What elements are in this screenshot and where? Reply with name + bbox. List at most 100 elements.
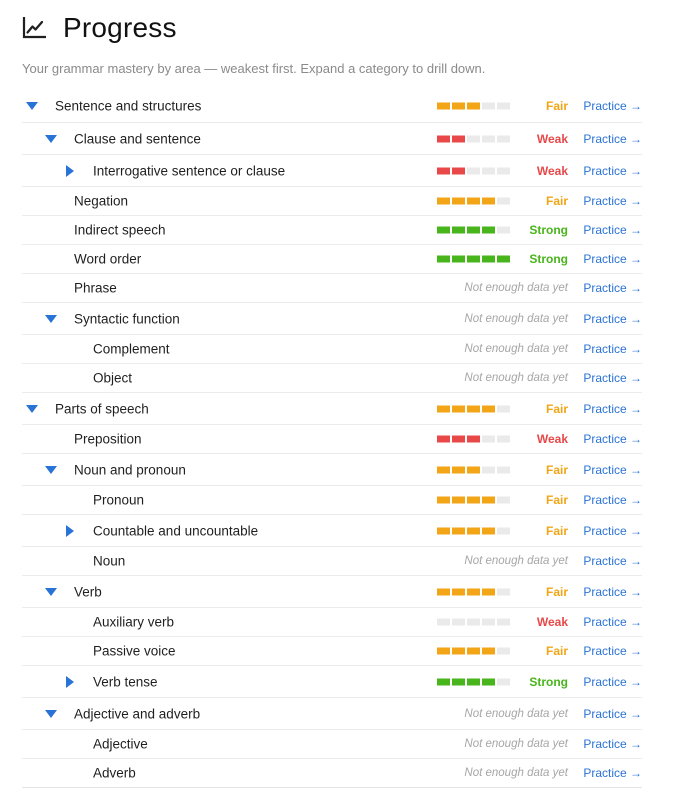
page-subtitle: Your grammar mastery by area — weakest f…	[22, 61, 486, 76]
practice-link[interactable]: Practice →	[583, 524, 642, 538]
mastery-segment	[467, 405, 480, 412]
mastery-segment	[482, 167, 495, 174]
practice-link[interactable]: Practice →	[583, 194, 642, 208]
practice-link[interactable]: Practice →	[583, 585, 642, 599]
mastery-segment	[482, 527, 495, 534]
practice-link[interactable]: Practice →	[583, 281, 642, 295]
caret-right-icon[interactable]	[66, 164, 74, 177]
status-label: Fair	[545, 462, 568, 477]
practice-link[interactable]: Practice →	[583, 463, 642, 477]
mastery-segment	[452, 647, 465, 655]
practice-link[interactable]: Practice →	[583, 371, 642, 385]
mastery-segment	[482, 197, 495, 205]
mastery-segment	[497, 678, 510, 685]
status-label: Strong	[529, 223, 568, 237]
practice-link[interactable]: Practice →	[583, 766, 642, 780]
practice-link[interactable]: Practice →	[583, 223, 642, 237]
mastery-segment	[437, 466, 450, 473]
practice-link[interactable]: Practice →	[583, 164, 642, 178]
row-label: Interrogative sentence or clause	[93, 163, 286, 178]
practice-link[interactable]: Practice →	[583, 132, 642, 146]
row-noun-and-pronoun[interactable]: Noun and pronoun Fair Practice →	[22, 454, 642, 486]
practice-link[interactable]: Practice →	[583, 554, 642, 568]
mastery-segment	[497, 226, 510, 234]
row-label: Indirect speech	[74, 222, 166, 238]
mastery-bar	[437, 405, 510, 412]
mastery-segment	[452, 527, 465, 534]
row-verb-tense[interactable]: Verb tense Strong Practice →	[22, 666, 642, 698]
mastery-segment	[437, 435, 450, 443]
mastery-bar	[437, 466, 510, 473]
practice-link[interactable]: Practice →	[583, 644, 642, 658]
mastery-bar	[437, 618, 510, 626]
row-interrogative-sentence-or-clause[interactable]: Interrogative sentence or clause Weak Prac…	[22, 155, 642, 187]
row-clause-and-sentence[interactable]: Clause and sentence Weak Practice →	[22, 123, 642, 155]
row-label: Passive voice	[93, 643, 176, 659]
row-label: Preposition	[74, 431, 142, 447]
status-label: Not enough data yet	[464, 767, 568, 779]
caret-down-icon[interactable]	[45, 465, 57, 474]
mastery-segment	[497, 647, 510, 655]
caret-down-icon[interactable]	[26, 404, 38, 413]
status-label: Not enough data yet	[464, 343, 568, 355]
row-label: Adverb	[93, 765, 136, 781]
caret-down-icon[interactable]	[45, 134, 57, 143]
mastery-segment	[482, 435, 495, 443]
row-label: Phrase	[74, 280, 117, 296]
practice-link[interactable]: Practice →	[583, 615, 642, 629]
caret-down-icon[interactable]	[45, 314, 57, 323]
row-countable-and-uncountable[interactable]: Countable and uncountable Fair Practice →	[22, 515, 642, 547]
row-sentence-and-structures[interactable]: Sentence and structures Fair Practice →	[22, 89, 642, 123]
practice-link[interactable]: Practice →	[583, 252, 642, 266]
row-label: Adjective and adverb	[74, 706, 201, 721]
caret-down-icon[interactable]	[45, 709, 57, 718]
mastery-segment	[437, 527, 450, 534]
mastery-segment	[467, 197, 480, 205]
status-label: Weak	[536, 163, 568, 178]
status-label: Not enough data yet	[464, 707, 568, 720]
row-adjective-and-adverb[interactable]: Adjective and adverb Not enough data yet P…	[22, 698, 642, 730]
practice-link[interactable]: Practice →	[583, 675, 642, 689]
mastery-segment	[452, 167, 465, 174]
mastery-segment	[452, 496, 465, 504]
mastery-segment	[497, 496, 510, 504]
mastery-segment	[482, 618, 495, 626]
practice-link[interactable]: Practice →	[583, 432, 642, 446]
mastery-segment	[437, 135, 450, 142]
mastery-segment	[437, 588, 450, 595]
mastery-list: Sentence and structures Fair Practice → Cla…	[22, 89, 642, 788]
row-passive-voice: Passive voice Fair Practice →	[22, 637, 642, 666]
row-auxiliary-verb: Auxiliary verb Weak Practice →	[22, 608, 642, 637]
mastery-bar	[437, 255, 510, 263]
caret-right-icon[interactable]	[66, 675, 74, 688]
mastery-segment	[437, 496, 450, 504]
practice-link[interactable]: Practice →	[583, 342, 642, 356]
mastery-segment	[482, 226, 495, 234]
practice-link[interactable]: Practice →	[583, 493, 642, 507]
row-pronoun: Pronoun Fair Practice →	[22, 486, 642, 515]
row-adverb: Adverb Not enough data yet Practice →	[22, 759, 642, 788]
row-complement: Complement Not enough data yet Practice →	[22, 335, 642, 364]
practice-link[interactable]: Practice →	[583, 402, 642, 416]
caret-down-icon[interactable]	[26, 101, 38, 110]
row-label: Noun and pronoun	[74, 462, 186, 477]
mastery-segment	[497, 435, 510, 443]
mastery-segment	[482, 405, 495, 412]
practice-link[interactable]: Practice →	[583, 312, 642, 326]
mastery-segment	[467, 618, 480, 626]
mastery-segment	[497, 466, 510, 473]
caret-right-icon[interactable]	[66, 524, 74, 537]
row-parts-of-speech[interactable]: Parts of speech Fair Practice →	[22, 393, 642, 425]
mastery-bar	[437, 226, 510, 234]
mastery-segment	[497, 618, 510, 626]
row-syntactic-function[interactable]: Syntactic function Not enough data yet Pra…	[22, 303, 642, 335]
caret-down-icon[interactable]	[45, 587, 57, 596]
mastery-bar	[437, 135, 510, 142]
row-verb[interactable]: Verb Fair Practice →	[22, 576, 642, 608]
practice-link[interactable]: Practice →	[583, 707, 642, 721]
mastery-segment	[467, 647, 480, 655]
mastery-segment	[482, 496, 495, 504]
status-label: Not enough data yet	[464, 312, 568, 325]
practice-link[interactable]: Practice →	[583, 99, 642, 113]
practice-link[interactable]: Practice →	[583, 737, 642, 751]
